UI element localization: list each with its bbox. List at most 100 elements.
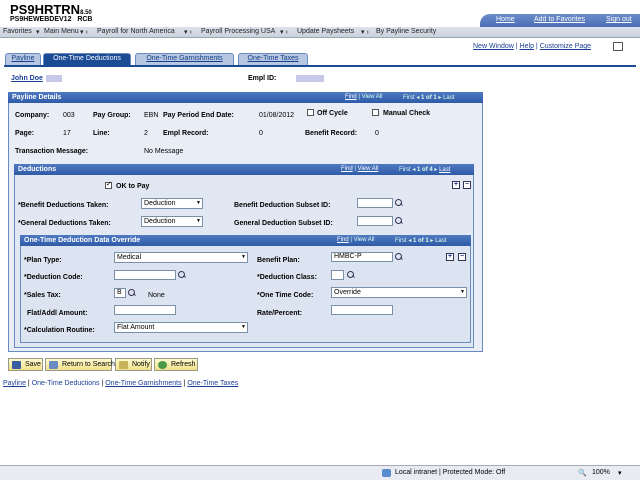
deductions-last-link[interactable]: Last	[439, 167, 450, 173]
benefit-plan-input[interactable]: HMBC-P	[331, 252, 393, 262]
return-to-search-button[interactable]: Return to Search	[45, 358, 115, 371]
deduction-class-lookup-icon[interactable]	[347, 271, 355, 279]
save-label: Save	[25, 361, 41, 368]
main-menu[interactable]: Main Menu	[44, 28, 79, 35]
deductions-view-all-link[interactable]: View All	[358, 166, 379, 172]
zoom-dropdown-icon[interactable]: ▾	[618, 469, 622, 477]
general-subset-lookup-icon[interactable]	[395, 217, 403, 225]
one-time-code-select[interactable]: Override	[331, 287, 467, 298]
breadcrumb: Favorites ▾ Main Menu ▾ › Payroll for No…	[0, 27, 640, 38]
sales-tax-lookup-icon[interactable]	[128, 289, 136, 297]
plan-type-select[interactable]: Medical	[114, 252, 248, 263]
page-window-icon[interactable]	[613, 42, 623, 51]
rate-percent-input[interactable]	[331, 305, 393, 315]
add-to-favorites-link[interactable]: Add to Favorites	[534, 16, 585, 23]
ok-to-pay-checkbox[interactable]: ✓	[105, 181, 112, 189]
deduction-class-input[interactable]	[331, 270, 344, 280]
ok-to-pay-label: OK to Pay	[116, 183, 150, 190]
override-find-link[interactable]: Find	[337, 237, 349, 243]
override-last: Last	[435, 238, 447, 244]
crumb-update-paysheets[interactable]: Update Paysheets	[297, 28, 354, 35]
payline-first: First	[403, 95, 415, 101]
employee-name-link[interactable]: John Doe	[11, 75, 43, 82]
customize-page-link[interactable]: Customize Page	[540, 43, 591, 50]
page-value: 17	[63, 130, 71, 137]
override-header: One-Time Deduction Data Override Find | …	[20, 235, 471, 246]
zoom-icon[interactable]: 🔍	[578, 469, 587, 477]
home-link[interactable]: Home	[496, 16, 515, 23]
off-cycle-checkbox[interactable]	[307, 109, 314, 116]
plan-type-label: *Plan Type:	[24, 257, 62, 264]
override-delete-row-icon[interactable]: −	[458, 253, 466, 261]
benefit-plan-lookup-icon[interactable]	[395, 253, 403, 261]
company-value: 003	[63, 112, 75, 119]
delete-row-icon[interactable]: −	[463, 181, 471, 189]
deduction-code-lookup-icon[interactable]	[178, 271, 186, 279]
benefit-subset-lookup-icon[interactable]	[395, 199, 403, 207]
rate-percent-label: Rate/Percent:	[257, 310, 303, 317]
notify-button[interactable]: Notify	[115, 358, 152, 371]
favorites-menu[interactable]: Favorites	[3, 28, 32, 35]
header-links: Home Add to Favorites Sign out	[480, 14, 640, 27]
deduction-class-label: *Deduction Class:	[257, 274, 317, 281]
calculation-routine-label: *Calculation Routine:	[24, 327, 95, 334]
crumb-payroll-processing[interactable]: Payroll Processing USA	[201, 28, 275, 35]
footer-payline-link[interactable]: Payline	[3, 380, 26, 387]
deduction-code-input[interactable]	[114, 270, 176, 280]
manual-check-label: Manual Check	[383, 110, 431, 117]
general-deductions-taken-select[interactable]: Deduction	[141, 216, 203, 227]
sign-out-link[interactable]: Sign out	[606, 16, 632, 23]
notify-label: Notify	[132, 361, 150, 368]
help-link[interactable]: Help	[520, 43, 534, 50]
refresh-button[interactable]: Refresh	[154, 358, 198, 371]
app-brand: PS9HRTRN8.50	[10, 2, 92, 17]
intranet-icon	[382, 469, 391, 477]
pay-period-end-value: 01/08/2012	[259, 112, 295, 119]
refresh-icon	[158, 361, 167, 369]
return-icon	[49, 361, 58, 369]
tab-one-time-taxes[interactable]: One-Time Taxes	[238, 53, 308, 65]
benefit-deductions-taken-select[interactable]: Deduction	[141, 198, 203, 209]
off-cycle-label: Off Cycle	[317, 110, 348, 117]
save-button[interactable]: Save	[8, 358, 43, 371]
user-id: RCB	[77, 16, 93, 23]
emplid-label: Empl ID:	[248, 75, 277, 82]
override-view-all: View All	[353, 237, 375, 243]
status-bar: Local intranet | Protected Mode: Off 🔍 1…	[0, 465, 640, 480]
crumb-payroll-na[interactable]: Payroll for North America	[97, 28, 175, 35]
general-deductions-taken-label: *General Deductions Taken:	[18, 220, 111, 227]
footer-links: Payline | One-Time Deductions | One-Time…	[3, 380, 239, 387]
pay-group-value: EBN	[144, 112, 159, 119]
company-label: Company:	[15, 112, 50, 119]
db-name: PS9HEWEBDEV12	[10, 16, 72, 23]
override-add-row-icon[interactable]: +	[446, 253, 454, 261]
manual-check-checkbox[interactable]	[372, 109, 379, 116]
sales-tax-input[interactable]: B	[114, 288, 126, 298]
general-subset-label: General Deduction Subset ID:	[234, 220, 333, 227]
new-window-link[interactable]: New Window	[473, 43, 514, 50]
footer-taxes-link[interactable]: One-Time Taxes	[187, 380, 238, 387]
benefit-plan-label: Benefit Plan:	[257, 257, 300, 264]
payline-find-link[interactable]: Find	[345, 94, 357, 100]
add-row-icon[interactable]: +	[452, 181, 460, 189]
pay-group-label: Pay Group:	[93, 112, 131, 119]
zoom-level[interactable]: 100%	[592, 469, 610, 476]
general-subset-input[interactable]	[357, 216, 393, 226]
tab-payline[interactable]: Payline	[5, 53, 41, 65]
calculation-routine-select[interactable]: Flat Amount	[114, 322, 248, 333]
benefit-record-value: 0	[375, 130, 379, 137]
crumb-by-payline-security[interactable]: By Payline Security	[376, 28, 436, 35]
tab-one-time-deductions[interactable]: One-Time Deductions	[43, 53, 131, 65]
empl-record-value: 0	[259, 130, 263, 137]
deductions-find-link[interactable]: Find	[341, 166, 353, 172]
footer-garnishments-link[interactable]: One-Time Garnishments	[105, 380, 181, 387]
flat-addl-amount-input[interactable]	[114, 305, 176, 315]
benefit-subset-input[interactable]	[357, 198, 393, 208]
database-label: PS9HEWEBDEV12 RCB	[10, 16, 92, 23]
deductions-first: First	[399, 167, 411, 173]
benefit-record-label: Benefit Record:	[305, 130, 358, 137]
tab-one-time-garnishments[interactable]: One-Time Garnishments	[135, 53, 234, 65]
payline-details-header: Payline Details Find | View All First ◂ …	[8, 92, 483, 103]
employee-id-redacted	[46, 75, 62, 82]
app-header: PS9HRTRN8.50 PS9HEWEBDEV12 RCB Home Add …	[0, 0, 640, 27]
